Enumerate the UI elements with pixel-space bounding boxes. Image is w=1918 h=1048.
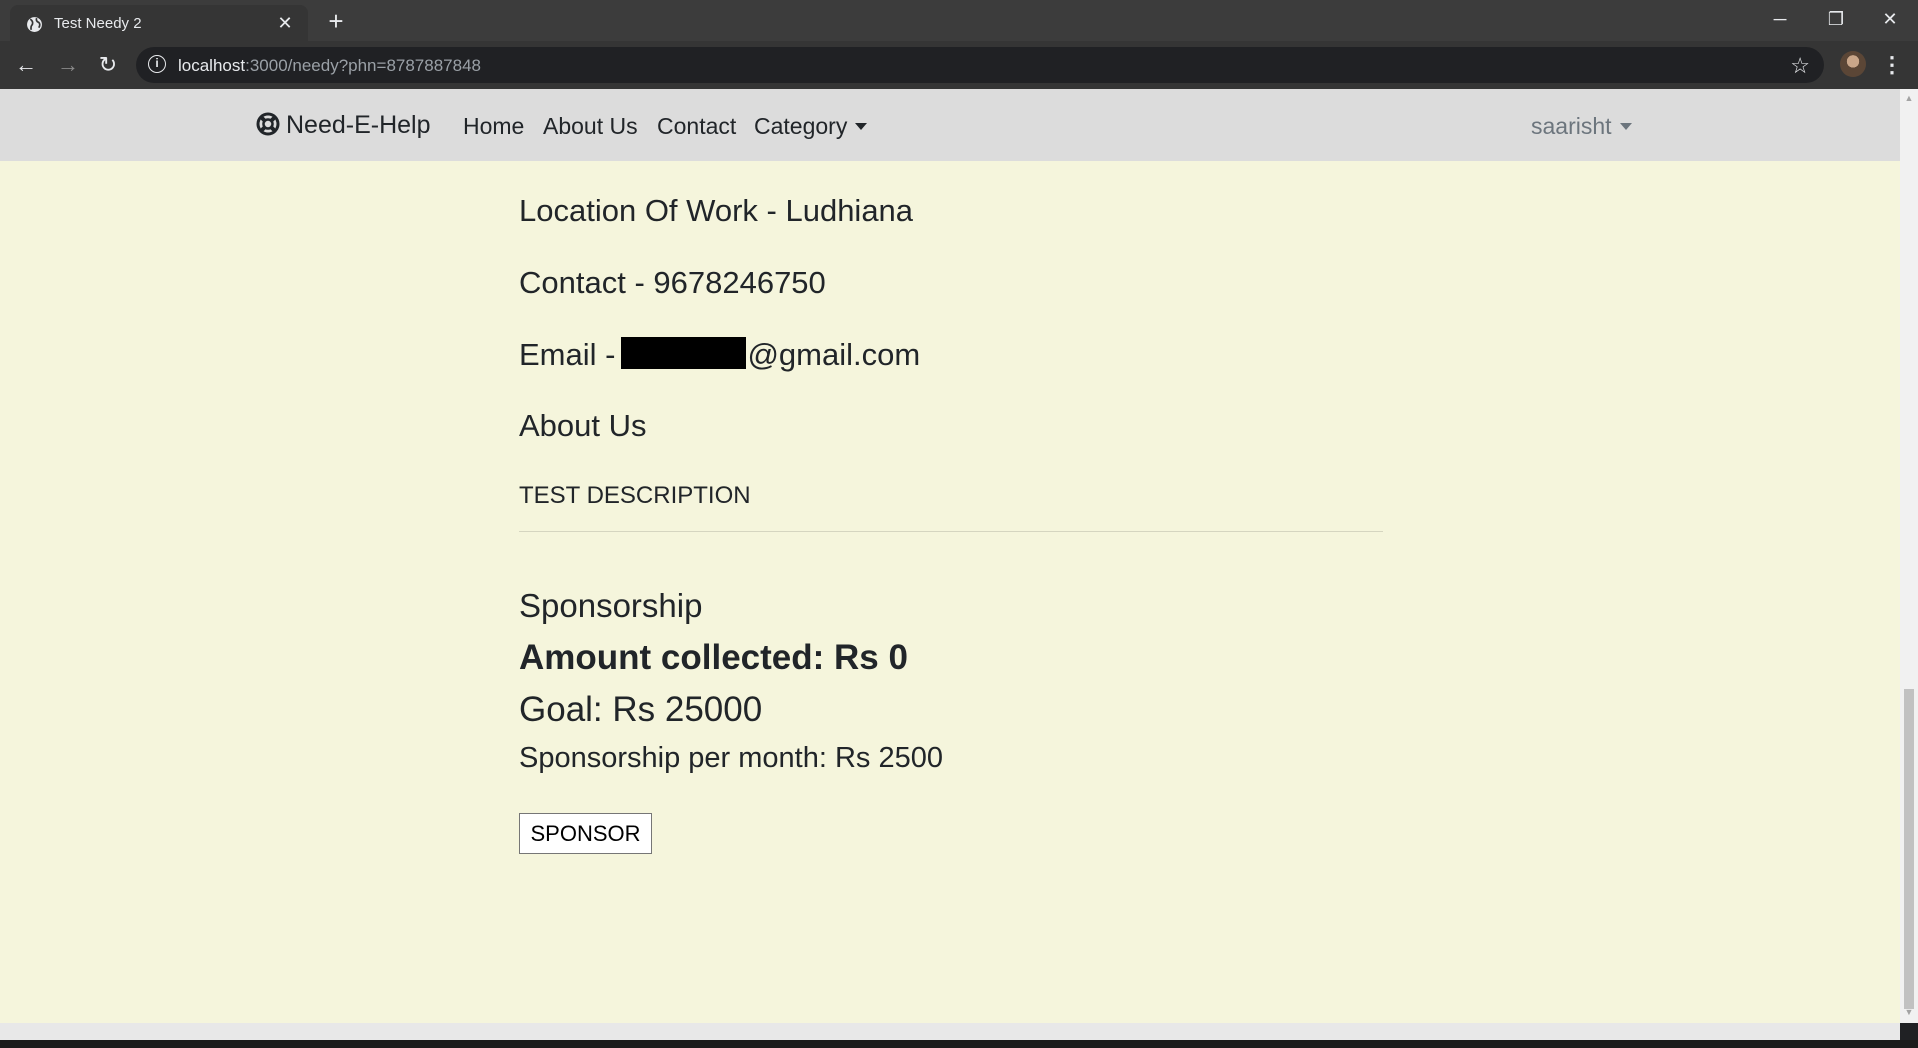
close-window-icon[interactable]: ✕ <box>1862 0 1918 41</box>
email-label: Email - <box>519 337 616 372</box>
forward-icon[interactable]: → <box>54 51 82 79</box>
page-viewport: Need-E-Help Home About Us Contact Catego… <box>0 89 1900 1023</box>
sponsor-button[interactable]: SPONSOR <box>519 813 652 854</box>
location-of-work: Location Of Work - Ludhiana <box>519 193 914 228</box>
nav-home[interactable]: Home <box>463 113 524 140</box>
email: Email - @gmail.com <box>519 337 920 373</box>
brand-link[interactable]: Need-E-Help <box>256 111 431 140</box>
nav-category-label: Category <box>754 113 848 139</box>
url-path: :3000/needy?phn=8787887848 <box>245 56 481 75</box>
redacted-block <box>621 337 747 369</box>
chevron-down-icon <box>855 123 868 130</box>
contact-number: Contact - 9678246750 <box>519 265 826 300</box>
user-name: saarisht <box>1531 113 1612 139</box>
tab-title: Test Needy 2 <box>54 15 142 32</box>
minimize-icon[interactable]: ─ <box>1752 0 1808 41</box>
scroll-up-icon[interactable]: ▲ <box>1904 93 1914 103</box>
url-host: localhost <box>178 56 246 75</box>
restore-icon[interactable]: ❐ <box>1808 0 1864 41</box>
chevron-down-icon <box>1619 123 1632 130</box>
new-tab-button[interactable]: + <box>322 8 350 36</box>
sponsorship-heading: Sponsorship <box>519 587 703 624</box>
divider <box>519 531 1383 532</box>
email-domain: @gmail.com <box>747 337 921 372</box>
goal-amount: Goal: Rs 25000 <box>519 690 763 729</box>
browser-tab[interactable]: Test Needy 2 ✕ <box>10 5 308 41</box>
site-info-icon[interactable]: i <box>148 55 166 73</box>
nav-contact[interactable]: Contact <box>657 113 736 140</box>
brand-text: Need-E-Help <box>286 111 431 139</box>
back-icon[interactable]: ← <box>12 51 40 79</box>
scroll-thumb[interactable] <box>1904 689 1914 1009</box>
horizontal-scroll-area <box>0 1023 1900 1040</box>
scroll-down-icon[interactable]: ▼ <box>1904 1007 1914 1017</box>
site-navbar: Need-E-Help Home About Us Contact Catego… <box>0 89 1900 161</box>
browser-toolbar: ← → ↻ i localhost:3000/needy?phn=8787887… <box>0 41 1918 89</box>
url-text[interactable]: localhost:3000/needy?phn=8787887848 <box>178 56 481 76</box>
globe-icon <box>27 17 42 32</box>
address-bar[interactable]: i localhost:3000/needy?phn=8787887848 ☆ <box>136 47 1824 83</box>
nav-about-us[interactable]: About Us <box>543 113 638 140</box>
about-heading: About Us <box>519 408 647 443</box>
bookmark-star-icon[interactable]: ☆ <box>1790 53 1810 79</box>
user-dropdown[interactable]: saarisht <box>1531 113 1632 140</box>
browser-menu-icon[interactable]: ⋮ <box>1880 49 1904 81</box>
amount-collected: Amount collected: Rs 0 <box>519 638 908 677</box>
close-tab-icon[interactable]: ✕ <box>274 12 296 34</box>
os-taskbar <box>0 1040 1918 1048</box>
profile-avatar[interactable] <box>1840 51 1866 77</box>
nav-category-dropdown[interactable]: Category <box>754 113 868 140</box>
page-scrollbar[interactable]: ▲ ▼ <box>1900 89 1918 1023</box>
reload-icon[interactable]: ↻ <box>94 51 122 79</box>
description-text: TEST DESCRIPTION <box>519 482 751 509</box>
life-ring-icon <box>256 112 280 136</box>
browser-tab-strip: Test Needy 2 ✕ + ─ ❐ ✕ <box>0 0 1918 41</box>
sponsorship-per-month: Sponsorship per month: Rs 2500 <box>519 742 943 774</box>
